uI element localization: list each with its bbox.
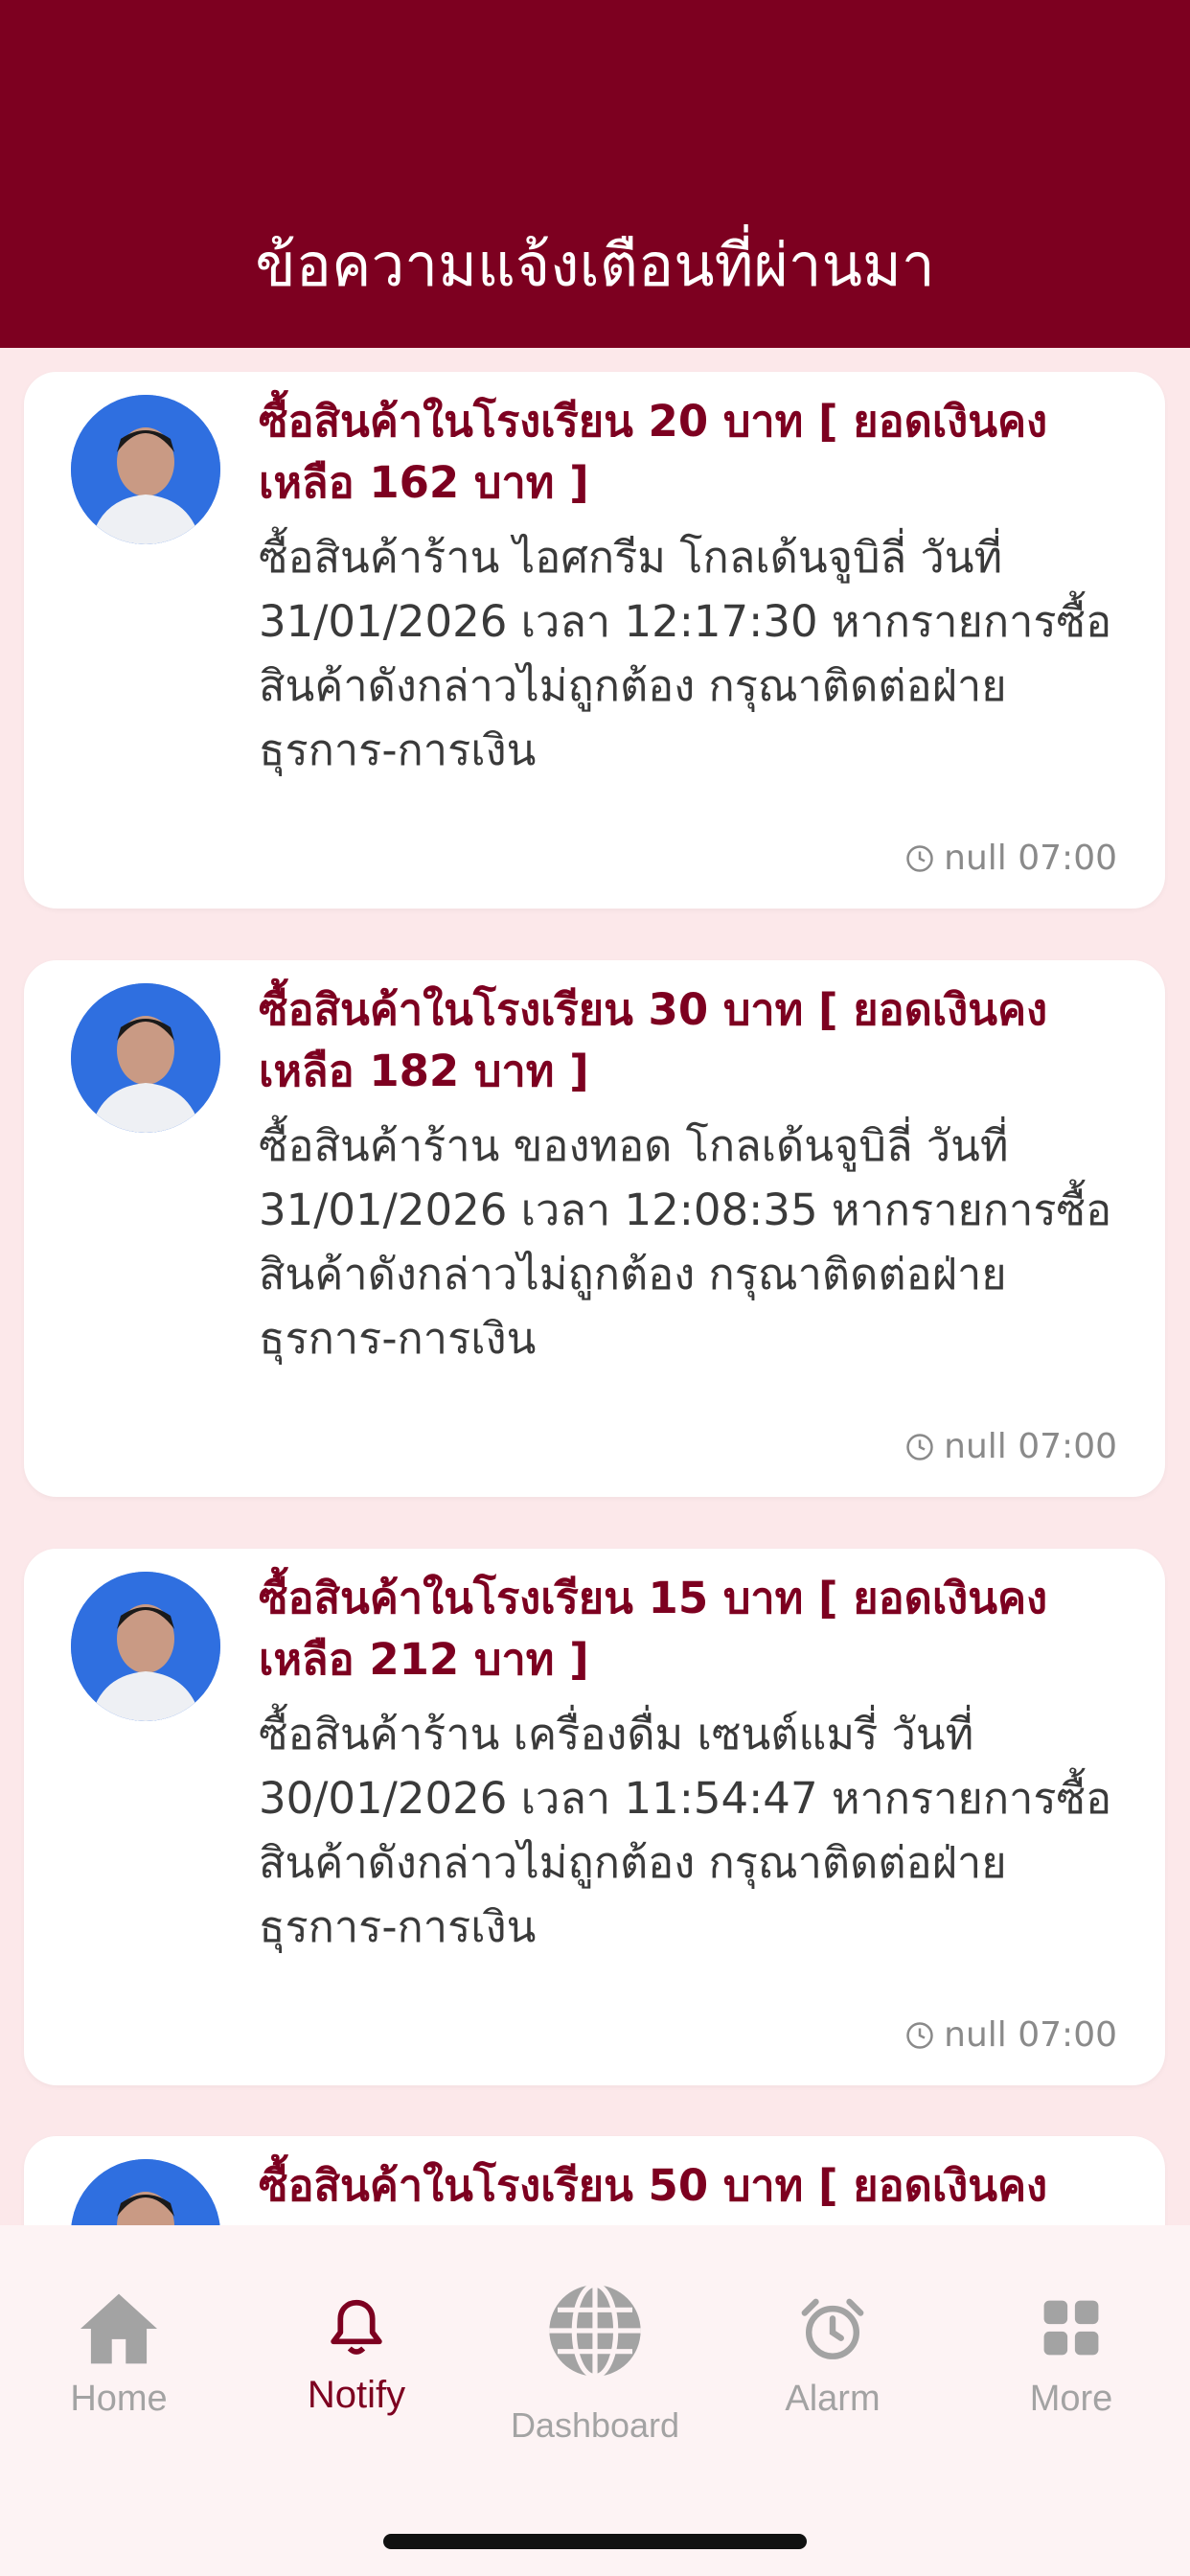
notification-time: null 07:00 <box>905 1426 1117 1468</box>
notification-list[interactable]: ซื้อสินค้าในโรงเรียน 20 บาท [ ยอดเงินคงเ… <box>0 348 1190 2225</box>
tab-home-label: Home <box>70 2379 168 2419</box>
clock-icon <box>906 2022 933 2049</box>
notification-time-text: null 07:00 <box>944 1427 1117 1466</box>
bell-icon <box>331 2299 382 2355</box>
notification-card[interactable]: ซื้อสินค้าในโรงเรียน 30 บาท [ ยอดเงินคงเ… <box>24 960 1165 1497</box>
header-bar: ข้อความแจ้งเตือนที่ผ่านมา <box>0 0 1190 348</box>
notification-time: null 07:00 <box>905 2014 1117 2057</box>
avatar <box>71 395 220 544</box>
notification-title: ซื้อสินค้าในโรงเรียน 50 บาท [ ยอดเงินคง <box>259 2160 1048 2211</box>
grid-icon <box>1043 2300 1099 2356</box>
avatar <box>71 2159 220 2225</box>
alarm-clock-icon <box>801 2298 864 2359</box>
home-indicator[interactable] <box>383 2534 807 2549</box>
tab-home[interactable]: Home <box>0 2225 238 2446</box>
avatar <box>71 1572 220 1721</box>
tab-more-label: More <box>1029 2379 1113 2419</box>
notification-title: ซื้อสินค้าในโรงเรียน 15 บาท [ ยอดเงินคงเ… <box>259 1573 1048 1685</box>
notification-time-text: null 07:00 <box>944 2015 1117 2055</box>
notification-body: ซื้อสินค้าร้าน เครื่องดื่ม เซนต์แมรี่ วั… <box>259 1709 1112 1952</box>
globe-icon <box>549 2282 641 2380</box>
clock-icon <box>906 1434 933 1460</box>
clock-icon <box>906 845 933 872</box>
avatar <box>71 983 220 1133</box>
tab-notify-label: Notify <box>307 2374 406 2416</box>
notification-card[interactable]: ซื้อสินค้าในโรงเรียน 15 บาท [ ยอดเงินคงเ… <box>24 1549 1165 2085</box>
tab-alarm-label: Alarm <box>785 2379 881 2419</box>
notification-time: null 07:00 <box>905 838 1117 880</box>
notification-title: ซื้อสินค้าในโรงเรียน 20 บาท [ ยอดเงินคงเ… <box>259 396 1048 508</box>
notification-title: ซื้อสินค้าในโรงเรียน 30 บาท [ ยอดเงินคงเ… <box>259 984 1048 1096</box>
tab-notify[interactable]: Notify <box>238 2225 475 2446</box>
tab-dashboard-label: Dashboard <box>510 2405 680 2445</box>
notification-card[interactable]: ซื้อสินค้าในโรงเรียน 50 บาท [ ยอดเงินคง <box>24 2136 1165 2225</box>
bottom-tab-bar: Home Notify Dashboard Alarm More <box>0 2225 1190 2576</box>
notification-body: ซื้อสินค้าร้าน ไอศกรีม โกลเด้นจูบิลี่ วั… <box>259 532 1112 775</box>
notification-card[interactable]: ซื้อสินค้าในโรงเรียน 20 บาท [ ยอดเงินคงเ… <box>24 372 1165 908</box>
notification-time-text: null 07:00 <box>944 839 1117 878</box>
tab-dashboard[interactable]: Dashboard <box>476 2225 714 2446</box>
home-icon <box>80 2293 157 2364</box>
tab-more[interactable]: More <box>952 2225 1190 2446</box>
page-title: ข้อความแจ้งเตือนที่ผ่านมา <box>255 230 935 300</box>
tab-alarm[interactable]: Alarm <box>714 2225 951 2446</box>
notification-body: ซื้อสินค้าร้าน ของทอด โกลเด้นจูบิลี่ วัน… <box>259 1120 1112 1364</box>
